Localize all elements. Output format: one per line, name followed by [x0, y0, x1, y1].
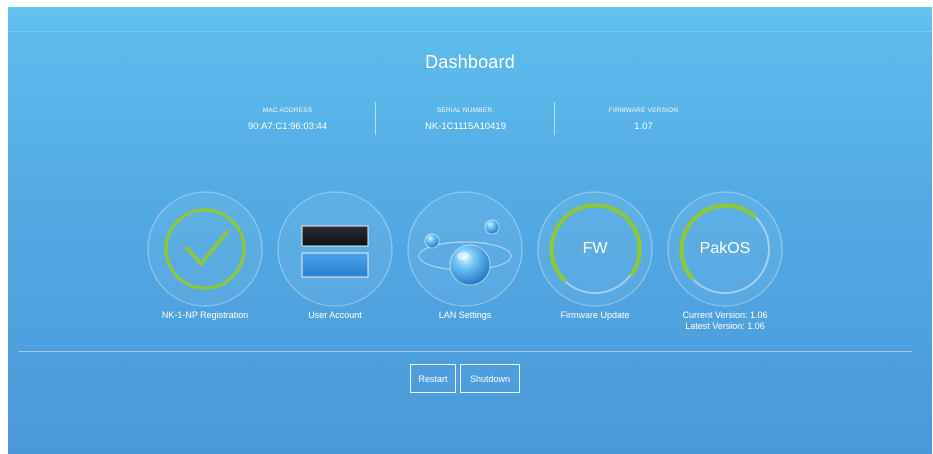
lan-settings-tile[interactable]: LAN Settings — [400, 190, 530, 321]
dashboard-panel: Dashboard MAC ADDRESS 90:A7:C1:96:03:44 … — [8, 7, 932, 454]
divider — [18, 351, 912, 352]
registration-circle[interactable] — [146, 190, 264, 308]
checkmark-icon — [147, 191, 263, 307]
user-account-icon — [277, 191, 393, 307]
firmware-version-label: FIRMWARE VERSION — [608, 107, 679, 114]
top-strip — [8, 7, 932, 32]
pakos-icon-text: PakOS — [699, 240, 751, 257]
info-separator — [554, 102, 555, 135]
pakos-tile[interactable]: PakOS Current Version: 1.06 Latest Versi… — [660, 190, 790, 332]
info-separator — [375, 102, 376, 135]
shutdown-button[interactable]: Shutdown — [460, 364, 520, 393]
pakos-circle[interactable]: PakOS — [666, 190, 784, 308]
page-title: Dashboard — [425, 52, 515, 72]
water-drops-icon — [407, 191, 523, 307]
registration-label: NK-1-NP Registration — [161, 310, 249, 320]
firmware-update-tile[interactable]: FW Firmware Update — [530, 190, 660, 321]
serial-number-value: NK-1C1115A10419 — [425, 121, 506, 132]
serial-number-info: SERIAL NUMBER: NK-1C1115A10419 — [378, 107, 553, 132]
restart-button[interactable]: Restart — [410, 364, 456, 393]
serial-number-label: SERIAL NUMBER: — [436, 107, 495, 114]
pakos-latest-version: Latest Version: 1.06 — [685, 321, 765, 331]
lan-settings-circle[interactable] — [406, 190, 524, 308]
pakos-current-version: Current Version: 1.06 — [682, 310, 768, 320]
firmware-version-value: 1.07 — [634, 121, 653, 132]
user-account-tile[interactable]: User Account — [270, 190, 400, 321]
firmware-icon-text: FW — [582, 240, 608, 257]
mac-address-label: MAC ADDRESS — [262, 107, 313, 114]
firmware-update-circle[interactable]: FW — [536, 190, 654, 308]
lan-settings-label: LAN Settings — [438, 310, 492, 320]
firmware-update-label: Firmware Update — [560, 310, 630, 320]
registration-tile[interactable]: NK-1-NP Registration — [140, 190, 270, 321]
mac-address-info: MAC ADDRESS 90:A7:C1:96:03:44 — [200, 107, 375, 132]
user-account-circle[interactable] — [276, 190, 394, 308]
firmware-version-info: FIRMWARE VERSION 1.07 — [556, 107, 731, 132]
user-account-label: User Account — [308, 310, 362, 320]
mac-address-value: 90:A7:C1:96:03:44 — [247, 121, 328, 132]
